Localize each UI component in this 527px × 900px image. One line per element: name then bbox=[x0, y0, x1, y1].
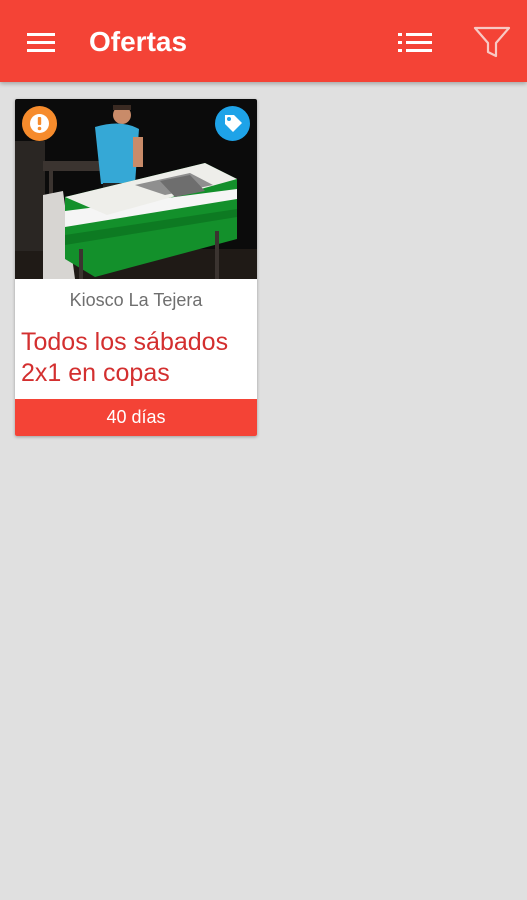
exclamation-icon bbox=[30, 114, 49, 133]
filter-button[interactable] bbox=[472, 22, 512, 62]
tag-badge bbox=[215, 106, 250, 141]
list-view-button[interactable] bbox=[394, 24, 438, 60]
menu-icon bbox=[27, 33, 55, 52]
venue-name: Kiosco La Tejera bbox=[69, 290, 203, 310]
alert-badge bbox=[22, 106, 57, 141]
app-toolbar: Ofertas bbox=[0, 0, 527, 82]
list-view-icon bbox=[398, 33, 432, 52]
filter-icon bbox=[473, 26, 511, 58]
menu-button[interactable] bbox=[22, 24, 62, 60]
tag-icon bbox=[225, 115, 242, 132]
offer-duration: 40 días bbox=[15, 399, 257, 436]
offer-card[interactable]: Kiosco La Tejera Todos los sábados 2x1 e… bbox=[15, 99, 257, 436]
offer-title: Todos los sábados 2x1 en copas bbox=[21, 328, 229, 387]
page-title: Ofertas bbox=[89, 26, 188, 57]
